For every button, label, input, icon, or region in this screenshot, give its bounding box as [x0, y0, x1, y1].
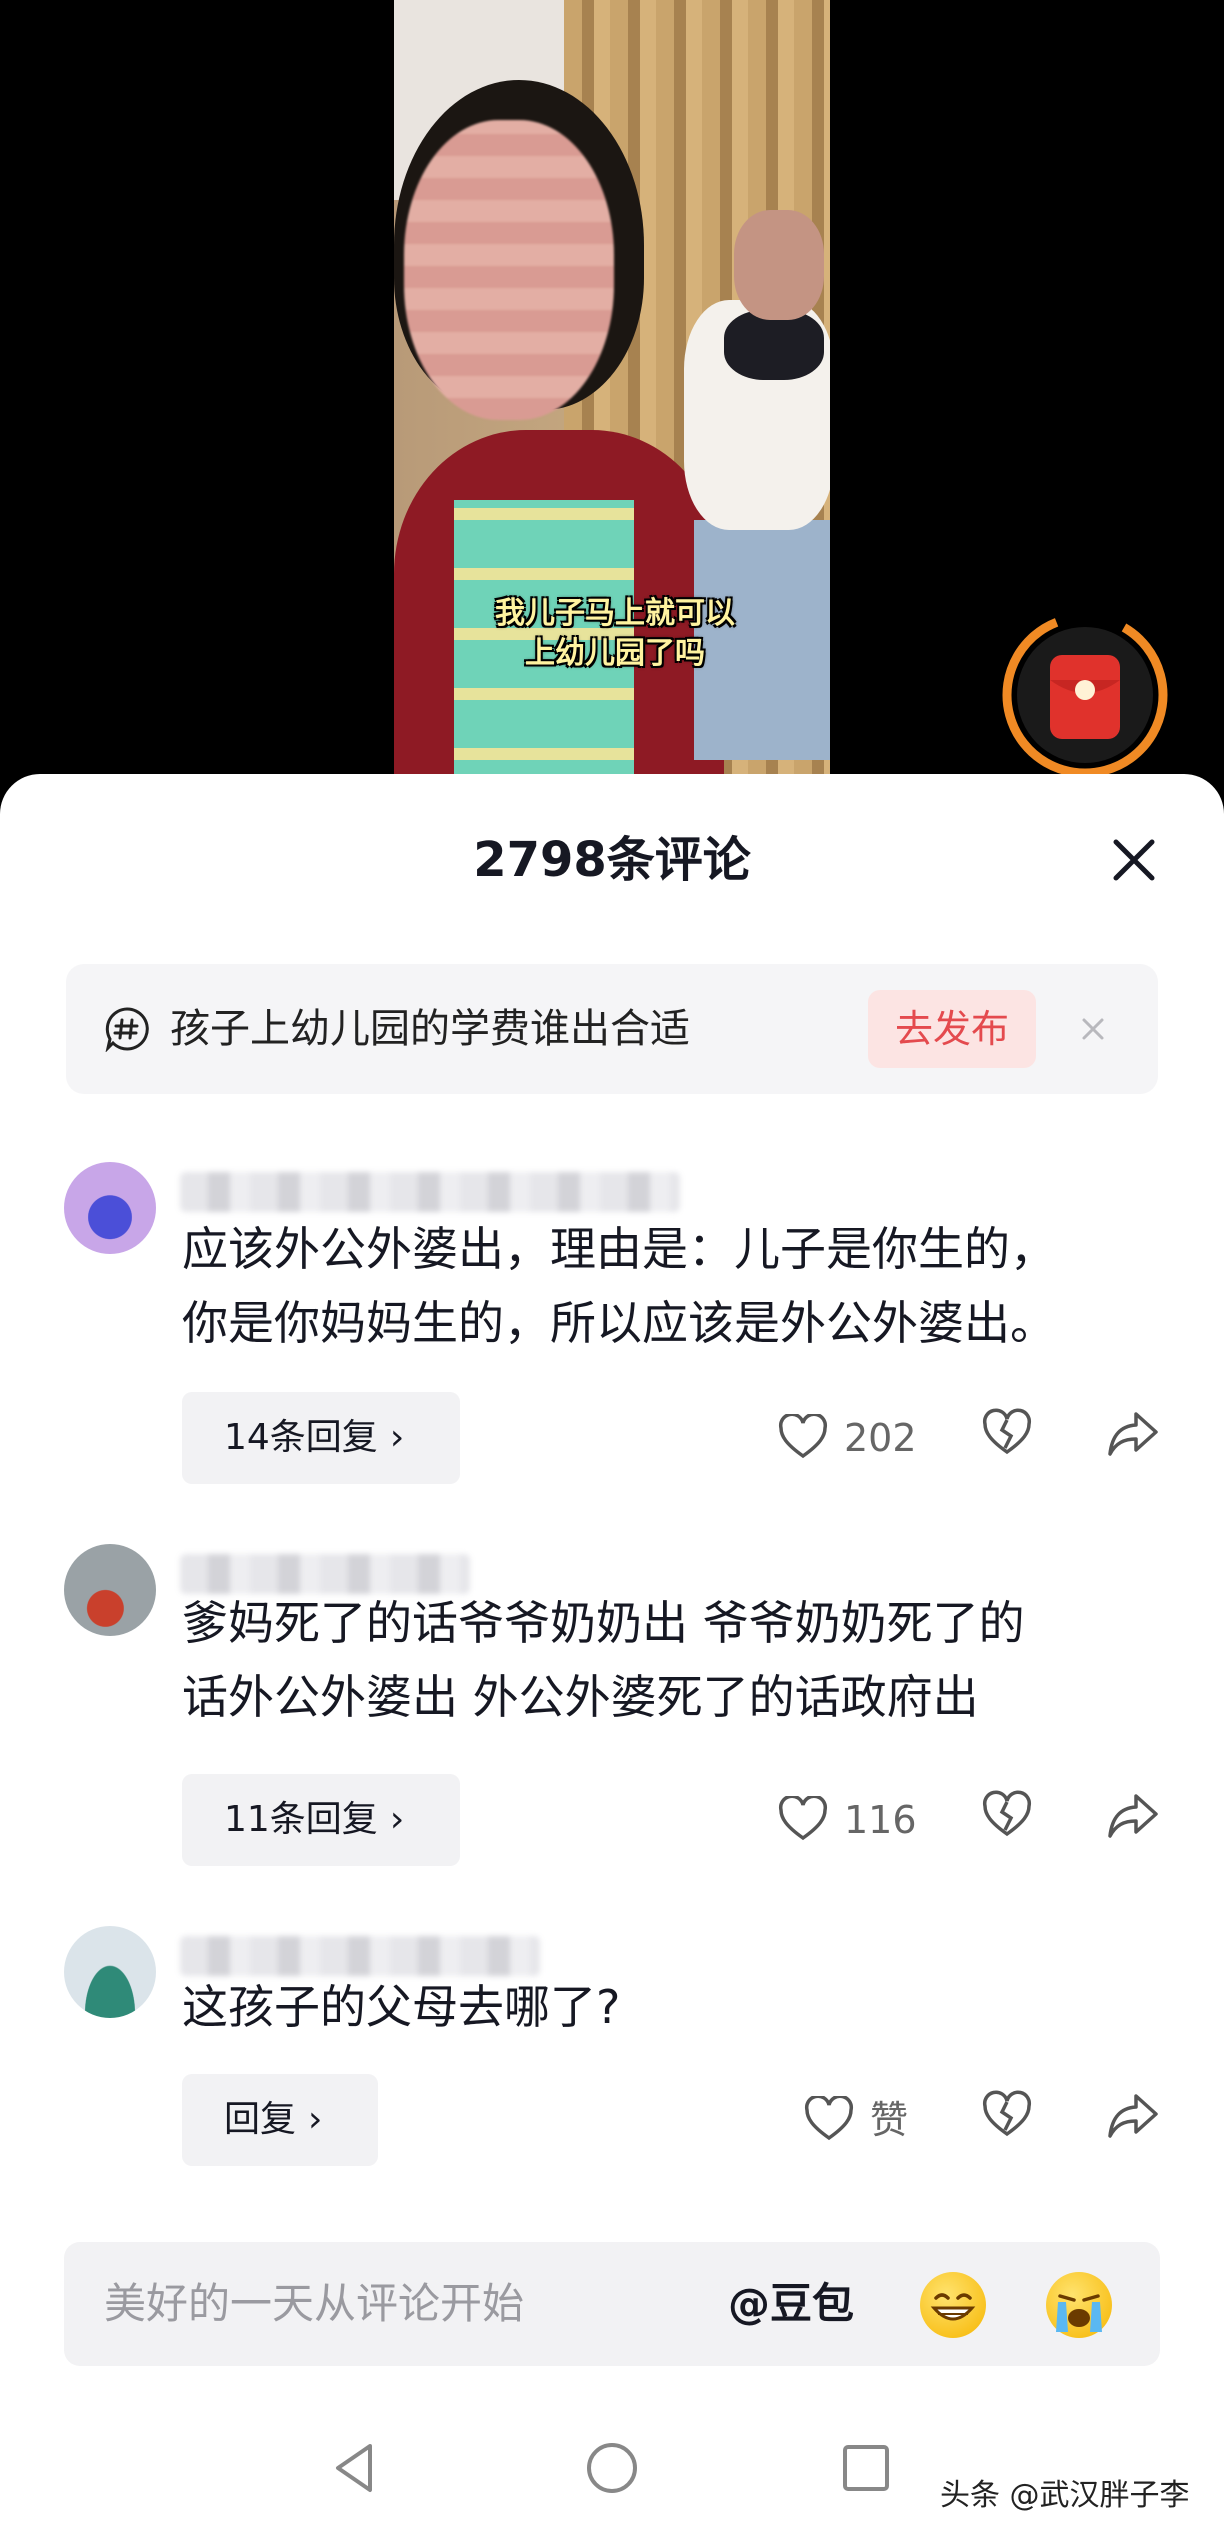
heart-icon: [778, 1796, 828, 1841]
nav-back-button[interactable]: [326, 2438, 386, 2498]
broken-heart-icon: [982, 1790, 1032, 1837]
watermark-text: 头条 @武汉胖子李: [940, 2478, 1190, 2513]
like-button[interactable]: 202: [778, 1408, 938, 1468]
triangle-back-icon: [336, 2444, 372, 2492]
square-recents-icon: [843, 2445, 889, 2491]
dislike-button[interactable]: [982, 1790, 1036, 1850]
reply-button[interactable]: 回复 ›: [182, 2074, 378, 2166]
comment-text-line: 话外公外婆出 外公外婆死了的话政府出: [182, 1670, 979, 1724]
share-button[interactable]: [1106, 1790, 1162, 1850]
reply-label: 11条回复: [224, 1799, 378, 1840]
dislike-button[interactable]: [982, 2090, 1036, 2150]
heart-icon: [778, 1414, 828, 1459]
avatar[interactable]: [64, 1162, 156, 1254]
dismiss-topic-icon[interactable]: [1070, 1006, 1116, 1052]
reply-label: 14条回复: [224, 1417, 378, 1458]
share-arrow-icon: [1108, 1412, 1158, 1456]
like-button[interactable]: 赞: [804, 2090, 964, 2150]
view-replies-button[interactable]: 11条回复 ›: [182, 1774, 460, 1866]
like-label: 赞: [870, 2098, 909, 2142]
video-player[interactable]: 我儿子马上就可以 上幼儿园了吗: [0, 0, 1224, 800]
crying-face-icon: [1056, 2294, 1102, 2332]
chevron-right-icon: ›: [389, 1417, 405, 1458]
comment-text-line: 爹妈死了的话爷爷奶奶出 爷爷奶奶死了的: [182, 1596, 1025, 1650]
circle-home-icon: [587, 2443, 637, 2493]
comment-sheet: 2798条评论 孩子上幼儿园的学费谁出合适 去发布 应该外公外婆出，理由是：儿子…: [0, 774, 1224, 2534]
child-hood: [724, 310, 824, 380]
crying-emoji-icon[interactable]: [1046, 2272, 1112, 2338]
comment-text-line: 你是你妈妈生的，所以应该是外公外婆出。: [182, 1296, 1056, 1350]
share-button[interactable]: [1106, 1408, 1162, 1468]
comment-input-bar[interactable]: 美好的一天从评论开始 @豆包: [64, 2242, 1160, 2366]
person-face-pixelated: [404, 120, 614, 420]
avatar[interactable]: [64, 1544, 156, 1636]
share-button[interactable]: [1106, 2090, 1162, 2150]
share-arrow-icon: [1108, 2094, 1158, 2138]
avatar[interactable]: [64, 1926, 156, 2018]
grin-emoji-icon[interactable]: [920, 2272, 986, 2338]
red-packet-icon: [1002, 612, 1168, 778]
reply-label: 回复: [224, 2099, 297, 2140]
dislike-button[interactable]: [982, 1408, 1036, 1468]
topic-text: 孩子上幼儿园的学费谁出合适: [170, 1006, 690, 1052]
like-button[interactable]: 116: [778, 1790, 938, 1850]
broken-heart-icon: [982, 1408, 1032, 1455]
red-packet-button[interactable]: [1000, 610, 1170, 780]
share-arrow-icon: [1108, 1794, 1158, 1838]
comment-text-line: 这孩子的父母去哪了?: [182, 1980, 621, 2034]
chevron-right-icon: ›: [308, 2099, 323, 2140]
child-face-pixelated: [734, 210, 824, 320]
grin-face-icon: [930, 2293, 976, 2321]
chevron-right-icon: ›: [389, 1799, 405, 1840]
publish-topic-button[interactable]: 去发布: [868, 990, 1036, 1068]
comment-count-title: 2798条评论: [473, 832, 751, 888]
mention-doubao-button[interactable]: @豆包: [728, 2274, 854, 2334]
close-icon: [1113, 839, 1155, 881]
broken-heart-icon: [982, 2090, 1032, 2137]
caption-line-1: 我儿子马上就可以: [495, 596, 735, 631]
close-button[interactable]: [1100, 826, 1168, 894]
heart-icon: [804, 2096, 854, 2141]
view-replies-button[interactable]: 14条回复 ›: [182, 1392, 460, 1484]
caption-line-2: 上幼儿园了吗: [525, 636, 705, 671]
like-count: 202: [844, 1416, 917, 1460]
nav-home-button[interactable]: [582, 2438, 642, 2498]
nav-recents-button[interactable]: [836, 2438, 896, 2498]
like-count: 116: [844, 1798, 917, 1842]
username-blurred[interactable]: [180, 1172, 680, 1212]
topic-suggestion-card[interactable]: 孩子上幼儿园的学费谁出合适 去发布: [66, 964, 1158, 1094]
comment-text-line: 应该外公外婆出，理由是：儿子是你生的，: [182, 1222, 1056, 1276]
video-caption: 我儿子马上就可以 上幼儿园了吗: [470, 594, 760, 674]
hashtag-bubble-icon: [105, 1007, 149, 1052]
comment-input-placeholder[interactable]: 美好的一天从评论开始: [104, 2274, 524, 2334]
